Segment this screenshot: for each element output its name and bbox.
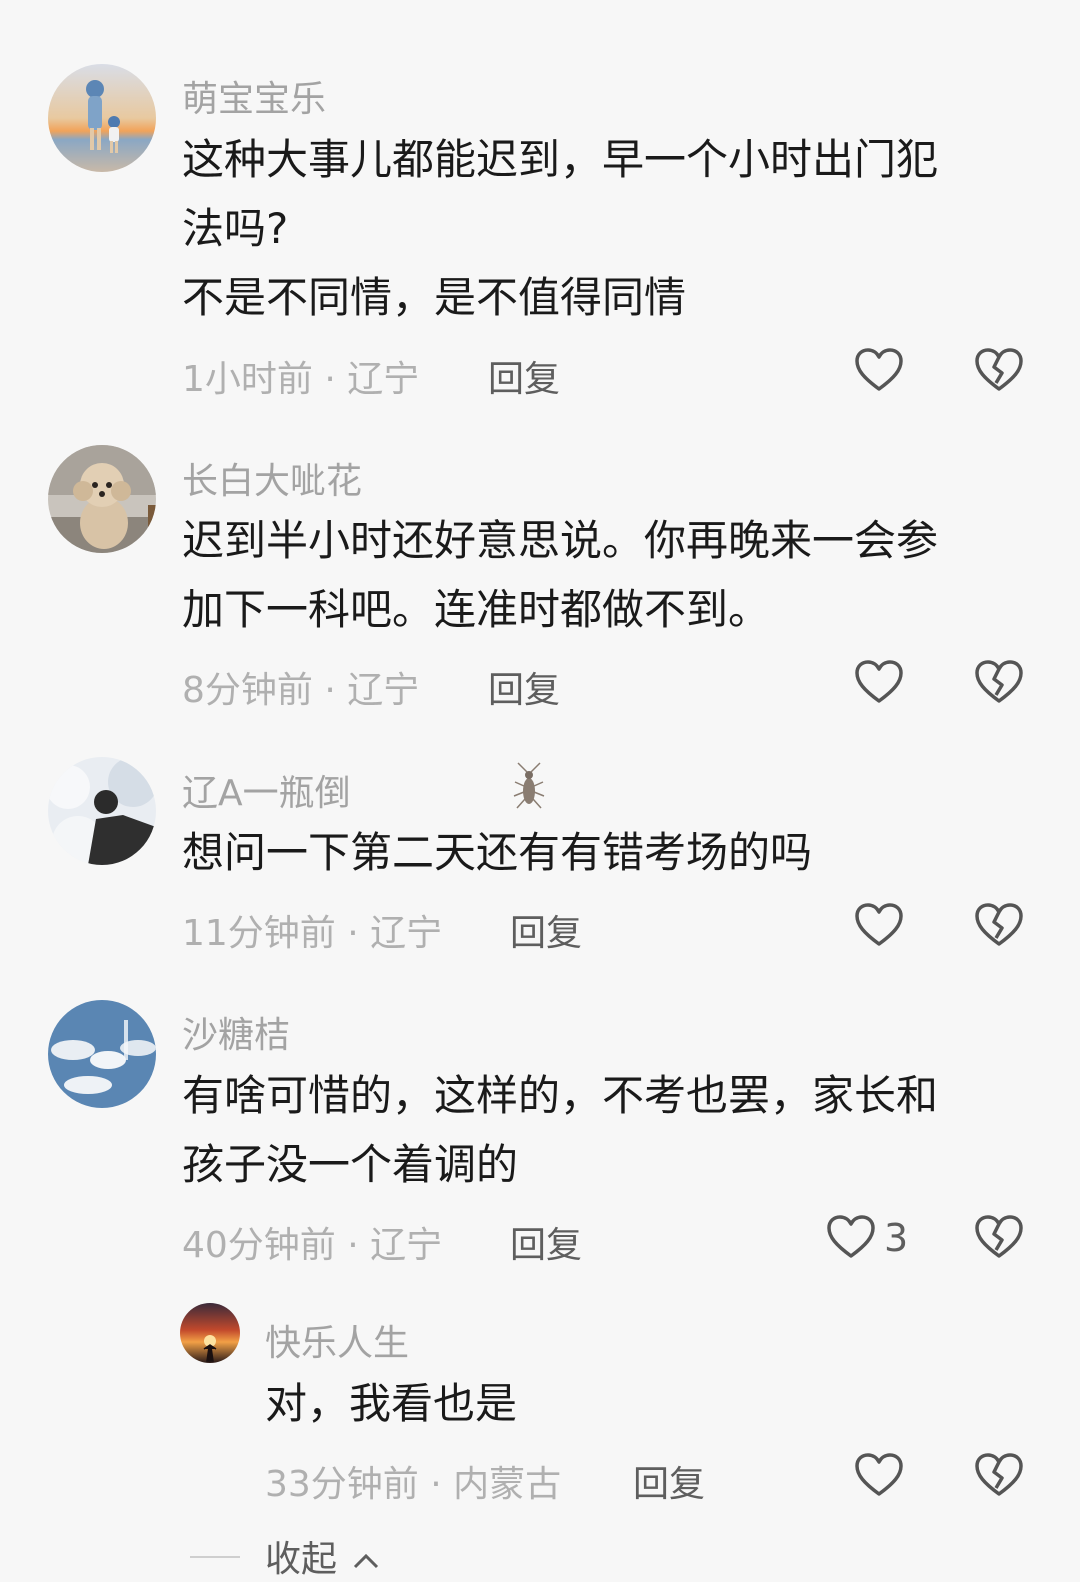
comment-meta: 1小时前 · 辽宁 <box>182 359 420 400</box>
comment-line: 加下一科吧。连准时都做不到。 <box>182 585 771 634</box>
avatar[interactable] <box>48 445 156 553</box>
comment-meta: 8分钟前 · 辽宁 <box>182 670 420 711</box>
comment-text: 迟到半小时还好意思说。你再晚来一会参 加下一科吧。连准时都做不到。 <box>182 506 938 644</box>
heart-outline-icon[interactable] <box>826 1214 876 1260</box>
comment-line: 法吗? <box>182 204 289 253</box>
username[interactable]: 萌宝宝乐 <box>182 70 326 122</box>
comment-text: 想问一下第二天还有有错考场的吗 <box>182 818 812 887</box>
comment-meta: 40分钟前 · 辽宁 <box>182 1225 443 1266</box>
comment-line: 这种大事儿都能迟到，早一个小时出门犯 <box>182 135 939 184</box>
chevron-up-icon <box>354 1553 379 1569</box>
reply-button[interactable]: 回复 <box>488 661 560 713</box>
avatar-image <box>48 757 156 865</box>
broken-heart-icon[interactable] <box>974 347 1024 393</box>
collapse-button[interactable]: 收起 <box>265 1530 380 1582</box>
comment-line: 不是不同情，是不值得同情 <box>182 273 687 322</box>
reply-button[interactable]: 回复 <box>488 350 560 402</box>
insect-icon <box>513 762 545 809</box>
heart-outline-icon[interactable] <box>854 902 904 948</box>
comment-line: 迟到半小时还好意思说。你再晚来一会参 <box>182 516 939 565</box>
collapse-label: 收起 <box>265 1539 338 1580</box>
comment-line: 对，我看也是 <box>265 1379 518 1428</box>
reply-button[interactable]: 回复 <box>633 1455 705 1507</box>
comment-line: 有啥可惜的，这样的，不考也罢，家长和 <box>182 1071 939 1120</box>
like-count: 3 <box>884 1216 909 1260</box>
heart-outline-icon[interactable] <box>854 347 904 393</box>
comment-line: 想问一下第二天还有有错考场的吗 <box>182 828 813 877</box>
comment-meta: 33分钟前 · 内蒙古 <box>265 1464 562 1505</box>
avatar[interactable] <box>48 757 156 865</box>
avatar-image <box>48 1000 156 1108</box>
avatar[interactable] <box>180 1303 240 1363</box>
avatar-image <box>48 64 156 172</box>
avatar-image <box>48 445 156 553</box>
heart-outline-icon[interactable] <box>854 1452 904 1498</box>
comment-meta: 11分钟前 · 辽宁 <box>182 913 443 954</box>
avatar[interactable] <box>48 1000 156 1108</box>
reply-button[interactable]: 回复 <box>510 1216 582 1268</box>
username[interactable]: 长白大呲花 <box>182 452 362 504</box>
comment-text: 对，我看也是 <box>265 1369 517 1438</box>
heart-outline-icon[interactable] <box>854 659 904 705</box>
broken-heart-icon[interactable] <box>974 1214 1024 1260</box>
broken-heart-icon[interactable] <box>974 902 1024 948</box>
comment-text: 有啥可惜的，这样的，不考也罢，家长和 孩子没一个着调的 <box>182 1061 938 1199</box>
username[interactable]: 快乐人生 <box>265 1314 409 1366</box>
divider <box>190 1556 240 1558</box>
comment-line: 孩子没一个着调的 <box>182 1140 519 1189</box>
reply-button[interactable]: 回复 <box>510 904 582 956</box>
broken-heart-icon[interactable] <box>974 659 1024 705</box>
broken-heart-icon[interactable] <box>974 1452 1024 1498</box>
username[interactable]: 沙糖桔 <box>182 1006 290 1058</box>
comment-text: 这种大事儿都能迟到，早一个小时出门犯 法吗? 不是不同情，是不值得同情 <box>182 125 938 332</box>
username[interactable]: 辽A一瓶倒 <box>182 764 351 816</box>
avatar[interactable] <box>48 64 156 172</box>
avatar-image <box>180 1303 240 1363</box>
